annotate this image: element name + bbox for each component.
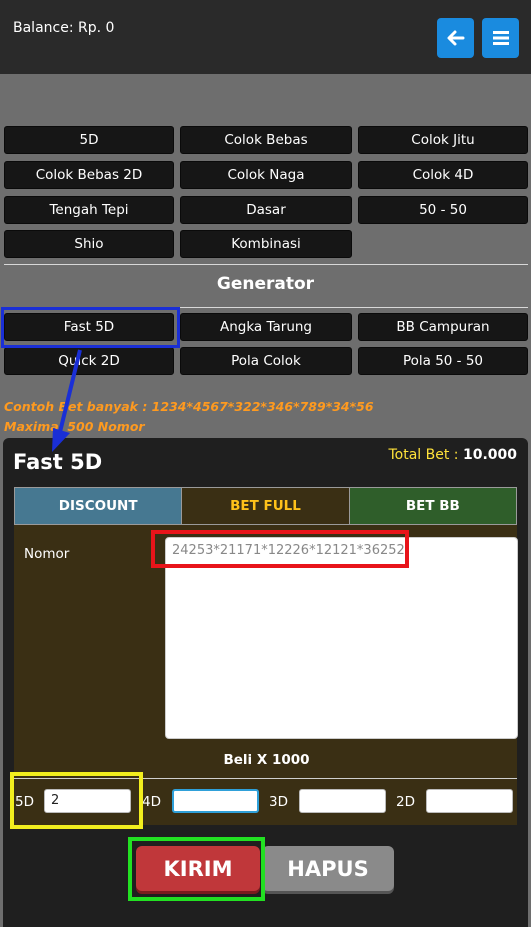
label-5d: 5D <box>15 794 34 810</box>
game-button-colok-jitu[interactable]: Colok Jitu <box>358 126 528 154</box>
divider <box>14 778 517 779</box>
balance-text: Balance: Rp. 0 <box>13 20 115 36</box>
divider <box>4 307 528 308</box>
total-bet-value: 10.000 <box>462 447 517 463</box>
generator-button-fast-5d[interactable]: Fast 5D <box>4 313 174 341</box>
hint-example: Contoh Bet banyak : 1234*4567*322*346*78… <box>4 399 374 414</box>
game-button-dasar[interactable]: Dasar <box>180 196 352 224</box>
tab-discount[interactable]: DISCOUNT <box>15 488 182 524</box>
total-bet-label: Total Bet : <box>388 447 459 463</box>
label-2d: 2D <box>396 794 415 810</box>
bet-tabs: DISCOUNT BET FULL BET BB <box>14 487 517 525</box>
arrow-left-icon <box>447 30 464 46</box>
label-4d: 4D <box>142 794 161 810</box>
hint-max: Maximal 500 Nomor <box>4 419 145 434</box>
generator-heading: Generator <box>216 274 315 294</box>
divider <box>4 264 528 265</box>
game-button-colok-bebas-2d[interactable]: Colok Bebas 2D <box>4 161 174 189</box>
generator-button-pola-colok[interactable]: Pola Colok <box>180 347 352 375</box>
game-button-colok-bebas[interactable]: Colok Bebas <box>180 126 352 154</box>
nomor-textarea[interactable]: 24253*21171*12226*12121*36252 <box>165 537 518 739</box>
hamburger-menu-icon <box>492 31 509 45</box>
input-5d[interactable]: 2 <box>44 789 131 813</box>
nomor-label: Nomor <box>24 546 70 562</box>
tab-bet-full[interactable]: BET FULL <box>181 488 350 524</box>
generator-button-pola-50-50[interactable]: Pola 50 - 50 <box>358 347 528 375</box>
game-button-colok-naga[interactable]: Colok Naga <box>180 161 352 189</box>
game-button-tengah-tepi[interactable]: Tengah Tepi <box>4 196 174 224</box>
input-2d[interactable] <box>426 789 513 813</box>
submit-button[interactable]: KIRIM <box>136 846 260 891</box>
game-button-5d[interactable]: 5D <box>4 126 174 154</box>
back-button[interactable] <box>437 18 474 58</box>
clear-button[interactable]: HAPUS <box>262 846 394 891</box>
game-button-50-50[interactable]: 50 - 50 <box>358 196 528 224</box>
input-4d[interactable] <box>172 789 259 813</box>
total-bet: Total Bet : 10.000 <box>388 447 517 463</box>
panel-title: Fast 5D <box>13 450 103 474</box>
generator-button-bb-campuran[interactable]: BB Campuran <box>358 313 528 341</box>
game-button-colok-4d[interactable]: Colok 4D <box>358 161 528 189</box>
generator-button-quick-2d[interactable]: Quick 2D <box>4 347 174 375</box>
tab-bet-bb[interactable]: BET BB <box>349 488 516 524</box>
input-3d[interactable] <box>299 789 386 813</box>
beli-multiplier: Beli X 1000 <box>223 752 310 768</box>
game-button-kombinasi[interactable]: Kombinasi <box>180 230 352 258</box>
game-button-shio[interactable]: Shio <box>4 230 174 258</box>
generator-button-angka-tarung[interactable]: Angka Tarung <box>180 313 352 341</box>
menu-button[interactable] <box>482 18 519 58</box>
label-3d: 3D <box>269 794 288 810</box>
